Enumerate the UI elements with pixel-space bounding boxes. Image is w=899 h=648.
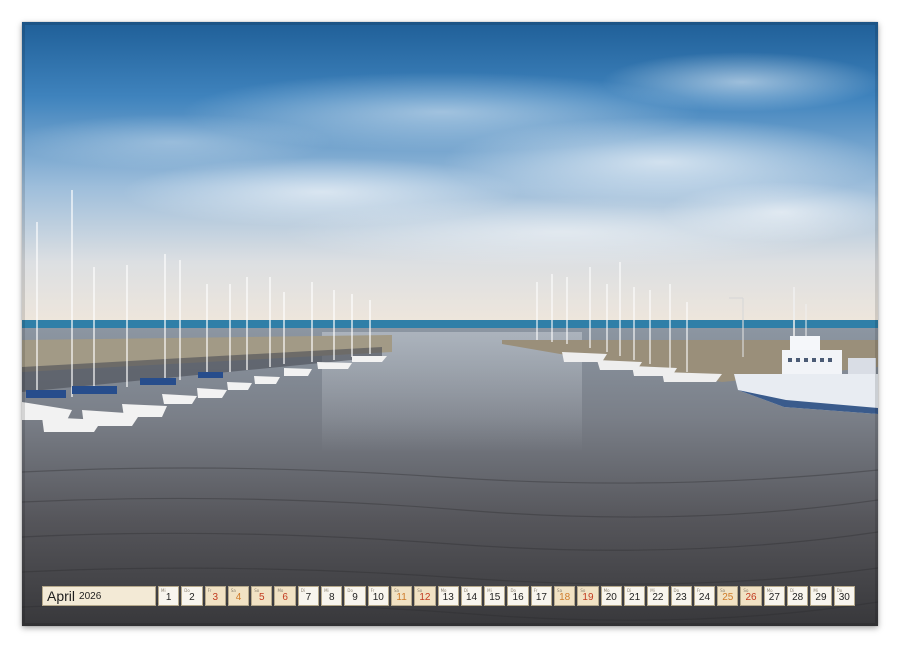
day-number: 6: [275, 592, 294, 603]
calendar-day: Di28: [787, 586, 808, 606]
day-number: 30: [835, 592, 854, 603]
day-number: 18: [555, 592, 574, 603]
calendar-day: Fr3: [205, 586, 226, 606]
calendar-day: Fr24: [694, 586, 715, 606]
day-number: 14: [462, 592, 481, 603]
calendar-day: Do16: [507, 586, 528, 606]
day-number: 4: [229, 592, 248, 603]
calendar-day: Di7: [298, 586, 319, 606]
calendar-day: Sa11: [391, 586, 412, 606]
calendar-day: Fr10: [368, 586, 389, 606]
day-number: 12: [415, 592, 434, 603]
month-label: April 2026: [42, 586, 156, 606]
calendar-day: Mi29: [810, 586, 831, 606]
month-name: April: [47, 588, 75, 604]
calendar-day: Mi22: [647, 586, 668, 606]
calendar-day: Mo27: [764, 586, 785, 606]
day-number: 15: [485, 592, 504, 603]
day-number: 20: [602, 592, 621, 603]
calendar-day: Mo6: [274, 586, 295, 606]
calendar-day: So5: [251, 586, 272, 606]
day-number: 8: [322, 592, 341, 603]
day-number: 24: [695, 592, 714, 603]
day-number: 13: [439, 592, 458, 603]
day-number: 5: [252, 592, 271, 603]
harbor-marina-photo: [22, 22, 878, 626]
calendar-day: So26: [740, 586, 761, 606]
day-number: 25: [718, 592, 737, 603]
day-number: 29: [811, 592, 830, 603]
month-year: 2026: [79, 591, 101, 602]
calendar-day: Do2: [181, 586, 202, 606]
day-number: 3: [206, 592, 225, 603]
calendar-day: Do30: [834, 586, 855, 606]
photo-scene: [22, 22, 878, 626]
day-number: 1: [159, 592, 178, 603]
day-number: 27: [765, 592, 784, 603]
day-number: 16: [508, 592, 527, 603]
day-number: 19: [578, 592, 597, 603]
calendar-day: Fr17: [531, 586, 552, 606]
day-number: 26: [741, 592, 760, 603]
calendar-day: Do23: [671, 586, 692, 606]
day-number: 10: [369, 592, 388, 603]
calendar-day: Mi15: [484, 586, 505, 606]
calendar-day: Mo20: [601, 586, 622, 606]
day-number: 21: [625, 592, 644, 603]
day-number: 11: [392, 592, 411, 603]
calendar-strip: April 2026 Mi1Do2Fr3Sa4So5Mo6Di7Mi8Do9Fr…: [42, 586, 855, 606]
calendar-day: Di21: [624, 586, 645, 606]
calendar-day: Sa18: [554, 586, 575, 606]
calendar-day: So12: [414, 586, 435, 606]
calendar-day: So19: [577, 586, 598, 606]
day-number: 17: [532, 592, 551, 603]
calendar-day: Sa4: [228, 586, 249, 606]
calendar-day: Do9: [344, 586, 365, 606]
day-number: 22: [648, 592, 667, 603]
day-number: 23: [672, 592, 691, 603]
calendar-day: Mo13: [438, 586, 459, 606]
calendar-day: Di14: [461, 586, 482, 606]
day-number: 2: [182, 592, 201, 603]
calendar-day: Mi1: [158, 586, 179, 606]
sea-horizon: [22, 320, 878, 328]
day-number: 7: [299, 592, 318, 603]
day-number: 28: [788, 592, 807, 603]
day-number: 9: [345, 592, 364, 603]
calendar-day: Sa25: [717, 586, 738, 606]
calendar-day: Mi8: [321, 586, 342, 606]
